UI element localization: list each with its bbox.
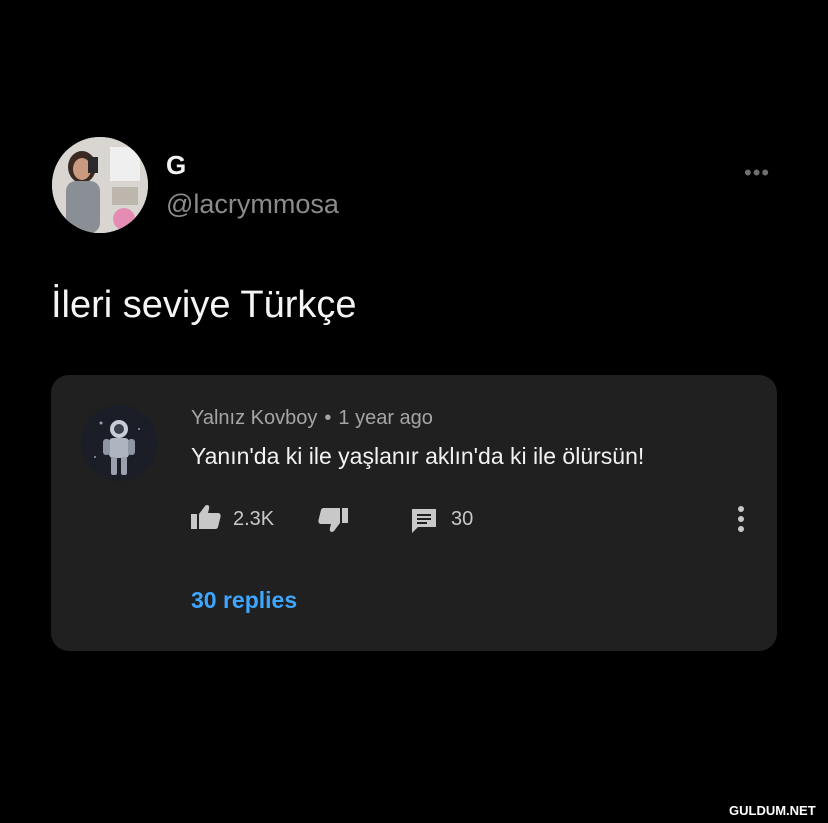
avatar[interactable] <box>52 137 148 233</box>
thumbs-up-icon[interactable] <box>191 504 221 535</box>
commenter-avatar[interactable] <box>81 405 157 481</box>
like-count: 2.3K <box>233 508 275 530</box>
meta-separator: • <box>324 407 332 429</box>
reply-count: 30 <box>451 508 474 530</box>
comment-time[interactable]: 1 year ago <box>338 407 433 429</box>
tweet-text: İleri seviye Türkçe <box>51 284 357 326</box>
site-watermark: GULDUM.NET <box>729 803 816 818</box>
comment-author[interactable]: Yalnız Kovboy <box>191 407 317 429</box>
comment-text: Yanın'da ki ile yaşlanır aklın'da ki ile… <box>191 443 645 469</box>
display-name[interactable]: G <box>166 150 186 181</box>
more-horizontal-icon[interactable]: ••• <box>744 160 770 186</box>
thumbs-down-icon[interactable] <box>318 507 348 538</box>
view-replies-link[interactable]: 30 replies <box>191 587 297 614</box>
profile-photo <box>52 137 148 233</box>
comment-icon[interactable] <box>411 508 437 539</box>
comment-meta: Yalnız Kovboy • 1 year ago <box>191 407 433 430</box>
comment-card: Yalnız Kovboy • 1 year ago Yanın'da ki ile… <box>51 375 777 651</box>
user-handle[interactable]: @lacrymmosa <box>166 189 339 220</box>
astronaut-avatar-image <box>81 405 157 481</box>
more-vertical-icon[interactable] <box>737 505 745 538</box>
